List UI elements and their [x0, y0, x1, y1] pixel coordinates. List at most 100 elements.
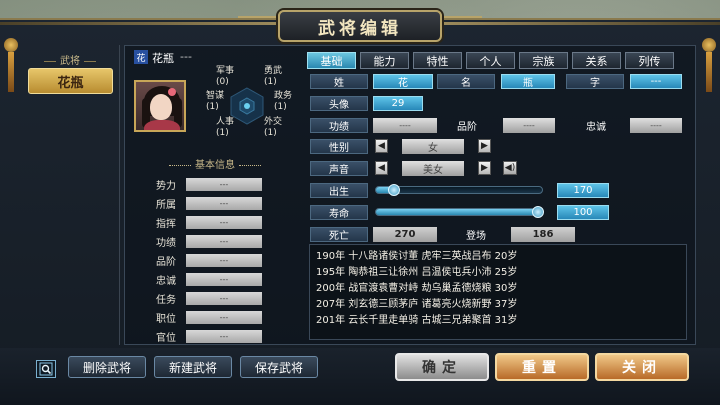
merit-label: 功绩: [310, 118, 368, 133]
tab-2[interactable]: 特性: [413, 52, 462, 69]
delete-officer-button[interactable]: 删除武将: [68, 356, 146, 378]
tab-5[interactable]: 关系: [572, 52, 621, 69]
title-ornament-left: [238, 16, 278, 30]
basic-info-label: 势力: [156, 180, 176, 192]
basic-info-row: 忠诚 ---: [156, 272, 264, 287]
surname-label: 姓: [310, 74, 368, 89]
stat-personnel: 人事 (1): [216, 117, 235, 138]
new-officer-button[interactable]: 新建武将: [154, 356, 232, 378]
basic-info-label: 忠诚: [156, 275, 176, 287]
birth-slider-knob[interactable]: [388, 184, 400, 196]
tab-0[interactable]: 基础: [307, 52, 356, 69]
basic-info-value: ---: [186, 329, 262, 343]
search-icon[interactable]: [36, 360, 56, 378]
style-name-field[interactable]: ---: [630, 74, 682, 89]
reset-button[interactable]: 重置: [495, 353, 589, 381]
event-history-list: 190年 十八路诸侯讨董 虎牢三英战吕布 20岁 195年 陶恭祖三让徐州 吕温侯…: [309, 244, 687, 340]
birth-field[interactable]: 170: [557, 183, 609, 198]
voice-next-button[interactable]: ▶: [478, 161, 491, 175]
basic-info-label: 官位: [156, 332, 176, 344]
tab-4[interactable]: 宗族: [519, 52, 568, 69]
tab-3[interactable]: 个人: [466, 52, 515, 69]
history-entry: 201年 云长千里走单骑 古城三兄弟聚首 31岁: [316, 315, 518, 326]
lifespan-slider-knob[interactable]: [532, 206, 544, 218]
basic-info-label: 任务: [156, 294, 176, 306]
basic-info-value: ---: [186, 253, 262, 267]
basic-info-label: 职位: [156, 313, 176, 325]
voice-value: 美女: [402, 161, 464, 176]
close-button[interactable]: 关闭: [595, 353, 689, 381]
given-name-label: 名: [437, 74, 495, 89]
basic-info-row: 势力 ---: [156, 177, 264, 192]
style-name-label: 字: [566, 74, 624, 89]
birth-slider[interactable]: [375, 184, 543, 196]
basic-info-value: ---: [186, 177, 262, 191]
title-ornament-right: [442, 16, 482, 30]
basic-info-row: 官位 ---: [156, 329, 264, 344]
basic-info-label: 指挥: [156, 218, 176, 230]
basic-info-row: 所属 ---: [156, 196, 264, 211]
officer-list-label: 武将: [40, 52, 100, 67]
debut-label: 登场: [466, 231, 486, 242]
stat-valor: 勇武 (1): [264, 66, 283, 87]
officer-list-item-selected[interactable]: 花瓶: [28, 68, 113, 94]
lifespan-label: 寿命: [310, 205, 368, 220]
voice-prev-button[interactable]: ◀: [375, 161, 388, 175]
history-entry: 190年 十八路诸侯讨董 虎牢三英战吕布 20岁: [316, 251, 518, 262]
stat-diplomacy: 外交 (1): [264, 117, 283, 138]
death-label: 死亡: [310, 227, 368, 242]
voice-label: 声音: [310, 161, 368, 176]
officer-name: 花瓶: [152, 52, 174, 65]
history-entry: 195年 陶恭祖三让徐州 吕温侯屯兵小沛 25岁: [316, 267, 518, 278]
tab-1[interactable]: 能力: [360, 52, 409, 69]
faction-flag: 花: [134, 50, 148, 64]
save-officer-button[interactable]: 保存武将: [240, 356, 318, 378]
basic-info-row: 任务 ---: [156, 291, 264, 306]
stat-military: 军事 (0): [216, 66, 235, 87]
loyalty-field[interactable]: ----: [630, 118, 682, 133]
death-field[interactable]: 270: [373, 227, 437, 242]
basic-info-label: 所属: [156, 199, 176, 211]
loyalty-label: 忠诚: [586, 122, 606, 133]
basic-info-value: ---: [186, 291, 262, 305]
rank-field[interactable]: ----: [503, 118, 555, 133]
given-name-field[interactable]: 瓶: [501, 74, 555, 89]
voice-play-icon[interactable]: ◀): [503, 161, 517, 175]
basic-info-label: 品阶: [156, 256, 176, 268]
basic-info-value: ---: [186, 196, 262, 210]
debut-field[interactable]: 186: [511, 227, 575, 242]
lifespan-field[interactable]: 100: [557, 205, 609, 220]
basic-info-label: 功绩: [156, 237, 176, 249]
basic-info-row: 职位 ---: [156, 310, 264, 325]
lifespan-slider-fill: [376, 209, 538, 215]
basic-info-row: 指挥 ---: [156, 215, 264, 230]
lifespan-slider[interactable]: [375, 206, 544, 218]
officer-portrait[interactable]: [134, 80, 186, 132]
basic-info-value: ---: [186, 215, 262, 229]
tassel-ornament-right: [702, 28, 716, 108]
surname-field[interactable]: 花: [373, 74, 433, 89]
basic-info-row: 功绩 ---: [156, 234, 264, 249]
history-entry: 207年 刘玄德三顾茅庐 诸葛亮火烧新野 37岁: [316, 299, 518, 310]
basic-info-row: 品阶 ---: [156, 253, 264, 268]
rank-label: 品阶: [457, 122, 477, 133]
basic-info-value: ---: [186, 310, 262, 324]
gender-label: 性别: [310, 139, 368, 154]
dialog-title: 武将编辑: [318, 18, 402, 39]
tab-6[interactable]: 列传: [625, 52, 674, 69]
confirm-button[interactable]: 确定: [395, 353, 489, 381]
basic-info-title: 基本信息: [165, 156, 265, 171]
portrait-label: 头像: [310, 96, 368, 111]
birth-label: 出生: [310, 183, 368, 198]
basic-info-value: ---: [186, 234, 262, 248]
dialog-title-banner: 武将编辑: [278, 10, 442, 42]
tab-bar: 基础 能力 特性 个人 宗族 关系 列传: [307, 52, 674, 69]
stat-politics: 政务 (1): [274, 91, 293, 112]
merit-field[interactable]: ----: [373, 118, 437, 133]
gender-next-button[interactable]: ▶: [478, 139, 491, 153]
portrait-number-field[interactable]: 29: [373, 96, 423, 111]
stat-intellect: 智谋 (1): [206, 91, 225, 112]
gender-prev-button[interactable]: ◀: [375, 139, 388, 153]
gender-value: 女: [402, 139, 464, 154]
officer-title: ---: [180, 50, 192, 63]
